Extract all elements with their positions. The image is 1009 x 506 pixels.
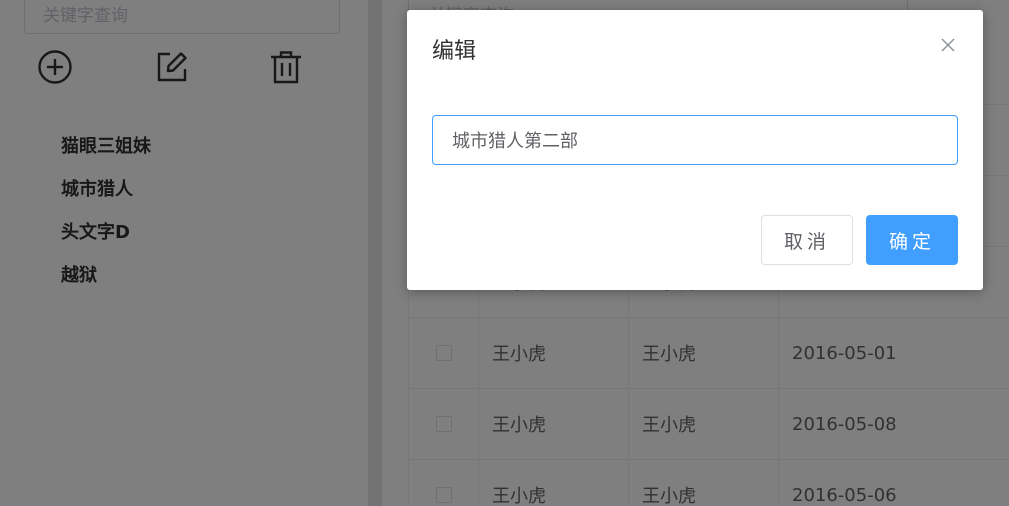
edit-dialog: 编辑 取消 确定	[407, 10, 983, 290]
close-button[interactable]	[940, 37, 956, 53]
close-icon	[941, 38, 955, 52]
dialog-title: 编辑	[432, 39, 477, 64]
cancel-button[interactable]: 取消	[761, 215, 853, 265]
app-page: 关键字查询 猫眼三姐妹 城市猎人 头文字D	[0, 0, 1009, 506]
confirm-button[interactable]: 确定	[866, 215, 958, 265]
name-input[interactable]	[432, 115, 958, 165]
